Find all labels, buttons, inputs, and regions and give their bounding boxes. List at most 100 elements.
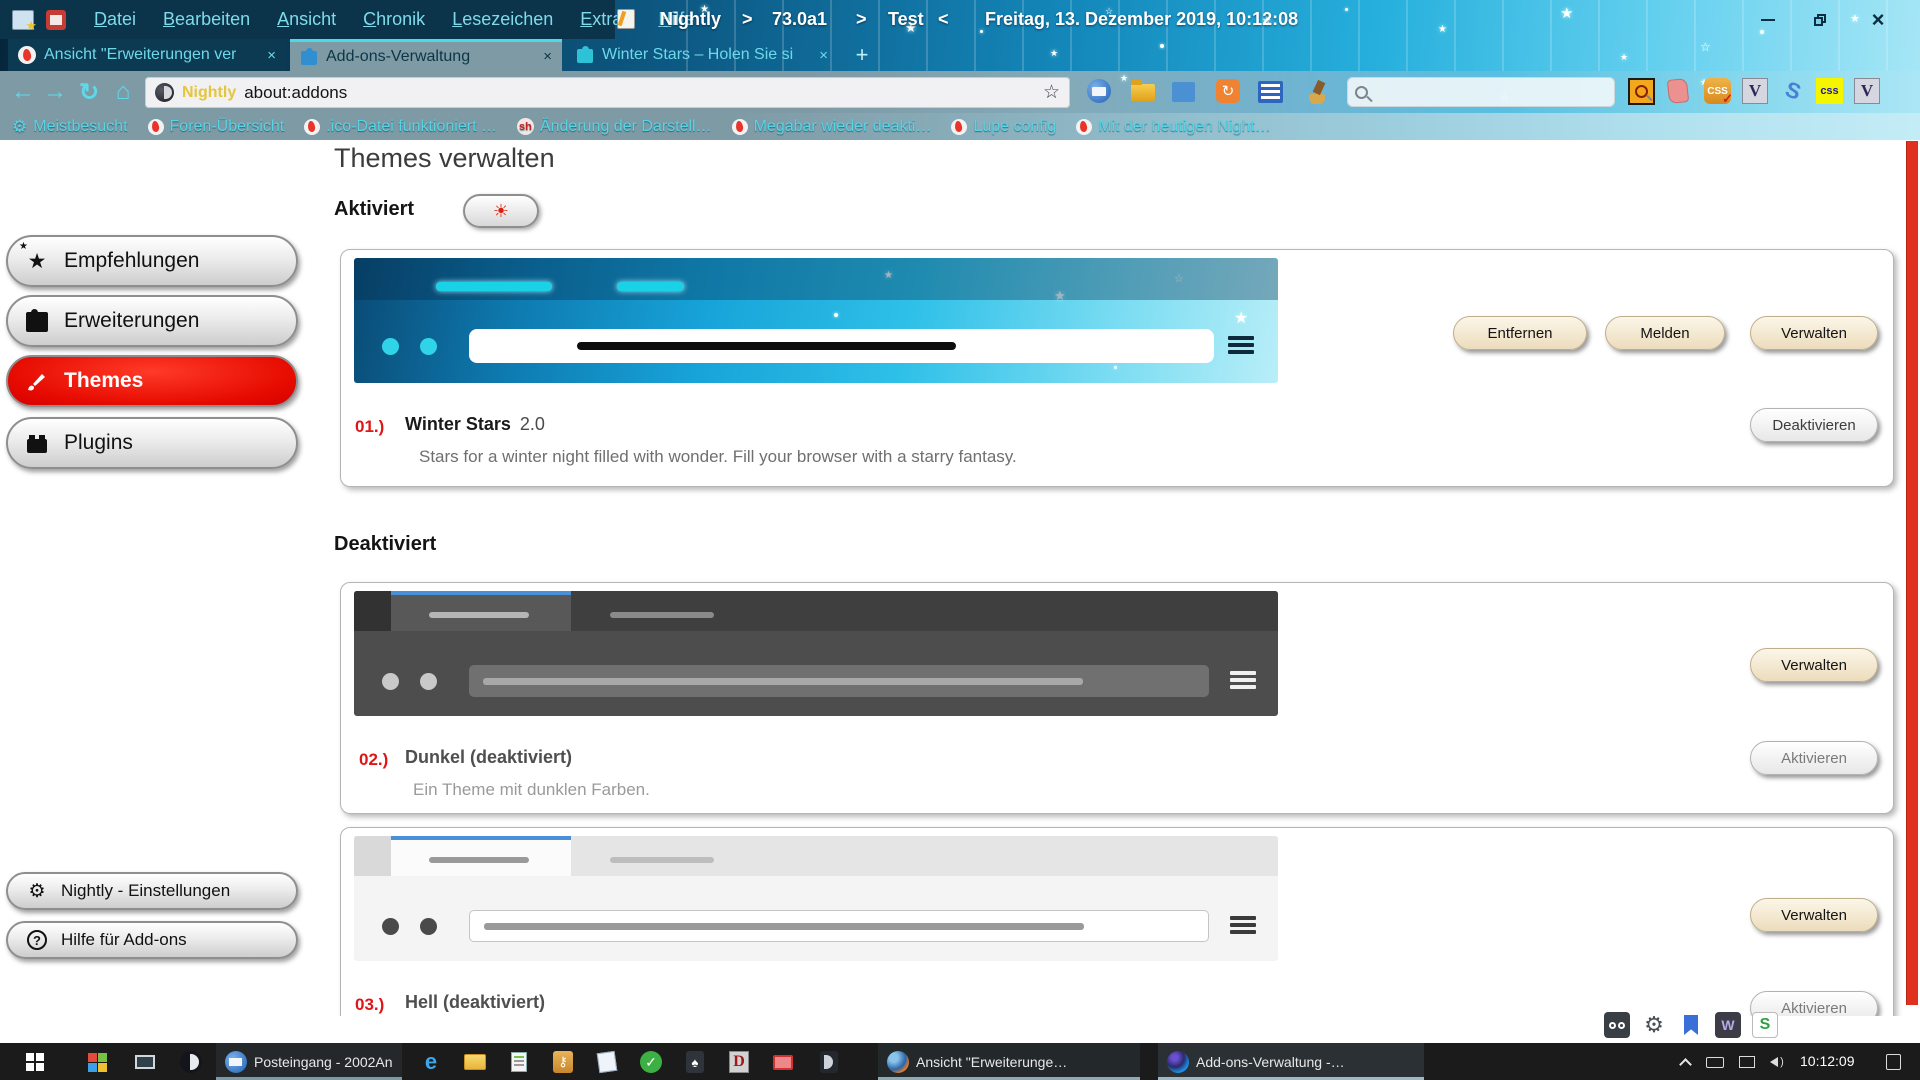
w-utility-icon[interactable]: W — [1715, 1012, 1741, 1038]
window-star-icon[interactable]: ★ — [12, 10, 34, 30]
tab-erweiterungen-ansicht[interactable]: Ansicht "Erweiterungen ver × — [8, 39, 286, 71]
taskbar-button-firefox-ansicht[interactable]: Ansicht "Erweiterunge… — [878, 1043, 1140, 1080]
antivirus-check-icon[interactable]: ✓ — [638, 1049, 664, 1075]
sidebar-item-erweiterungen[interactable]: Erweiterungen — [6, 295, 298, 347]
bookmark-meistbesucht[interactable]: ⚙ Meistbesucht — [12, 117, 128, 137]
v-gray2-extension-icon[interactable]: V — [1854, 78, 1880, 104]
theme-card-winter-stars[interactable]: ★ ★ ☆ ★ ★ Entfernen Melden Verwalten — [340, 249, 1894, 487]
remove-button[interactable]: Entfernen — [1453, 316, 1587, 350]
tab-bar: Ansicht "Erweiterungen ver × Add-ons-Ver… — [0, 39, 1920, 71]
thunderbird-extension-icon[interactable] — [1087, 79, 1113, 105]
zoom-search-extension-icon[interactable] — [1628, 78, 1654, 104]
dictionary-d-icon[interactable]: D — [726, 1049, 752, 1075]
back-button[interactable]: ← — [6, 75, 40, 109]
red-scrollbar[interactable] — [1906, 141, 1918, 1005]
menu-ansicht[interactable]: Ansicht — [277, 9, 336, 30]
refresh-orange-extension-icon[interactable]: ↻ — [1216, 79, 1242, 105]
collage-app-icon[interactable] — [84, 1049, 110, 1075]
manage-button[interactable]: Verwalten — [1750, 316, 1878, 350]
url-text[interactable]: about:addons — [244, 83, 347, 103]
url-bar[interactable]: Nightly about:addons ☆ — [145, 77, 1070, 108]
disable-button[interactable]: Deaktivieren — [1750, 408, 1878, 442]
preview-url-text-bar — [577, 342, 956, 350]
tray-clock[interactable]: 10:12:09 — [1800, 1053, 1855, 1069]
notification-center-icon[interactable] — [1880, 1049, 1906, 1075]
cards-app-icon[interactable]: ♠ — [682, 1049, 708, 1075]
preview-tab-title-bar — [610, 612, 714, 618]
url-brand-label: Nightly — [182, 84, 236, 102]
restore-button[interactable] — [1800, 8, 1840, 32]
tray-chevron-icon[interactable] — [1672, 1049, 1698, 1075]
theme-card-hell[interactable]: Verwalten Aktivieren 03.) Hell (deaktivi… — [340, 827, 1894, 1016]
reload-button[interactable]: ↻ — [72, 75, 106, 109]
new-tab-button[interactable]: + — [848, 41, 876, 69]
tab-addons-verwaltung-active[interactable]: Add-ons-Verwaltung × — [290, 39, 562, 71]
tab-close-icon[interactable]: × — [267, 47, 276, 64]
sidebar-item-hilfe[interactable]: ? Hilfe für Add-ons — [6, 921, 298, 959]
gear-utility-icon[interactable]: ⚙ — [1641, 1012, 1667, 1038]
tab-close-icon[interactable]: × — [543, 48, 552, 65]
tab-winter-stars[interactable]: Winter Stars – Holen Sie si × — [566, 39, 838, 71]
manage-button[interactable]: Verwalten — [1750, 648, 1878, 682]
glasses-icon[interactable] — [1604, 1012, 1630, 1038]
css-yellow-extension-icon[interactable]: css — [1816, 78, 1842, 104]
bookmark-megabar[interactable]: Megabar wieder deakti… — [732, 118, 932, 136]
list-window-extension-icon[interactable] — [1258, 79, 1284, 105]
card-reader-icon[interactable] — [816, 1049, 842, 1075]
tray-network-icon[interactable] — [1734, 1049, 1760, 1075]
blue-folder-extension-icon[interactable] — [1172, 79, 1198, 105]
sync-swirl-extension-icon[interactable]: S — [1780, 78, 1806, 104]
start-button[interactable] — [22, 1049, 48, 1075]
manage-button[interactable]: Verwalten — [1750, 898, 1878, 932]
theme-card-dunkel[interactable]: Verwalten Aktivieren 02.) Dunkel (deakti… — [340, 582, 1894, 814]
close-button[interactable]: × — [1858, 8, 1898, 32]
css-check-extension-icon[interactable]: CSS ✓ — [1704, 78, 1730, 104]
tab-close-icon[interactable]: × — [819, 47, 828, 64]
notes-icon[interactable] — [594, 1049, 620, 1075]
bookmark-aenderung-darstellung[interactable]: sh Änderung der Darstell… — [517, 118, 712, 136]
broom-extension-icon[interactable] — [1305, 79, 1331, 105]
forward-button[interactable]: → — [38, 75, 72, 109]
presentation-app-icon[interactable] — [132, 1049, 158, 1075]
snagit-s-icon[interactable]: S — [1752, 1012, 1778, 1038]
menu-lesezeichen[interactable]: Lesezeichen — [452, 9, 553, 30]
enabled-theme-sun-button[interactable]: ☀ — [463, 194, 539, 228]
enable-button[interactable]: Aktivieren — [1750, 741, 1878, 775]
nightly-dark-icon[interactable] — [178, 1049, 204, 1075]
sidebar-item-plugins[interactable]: Plugins — [6, 417, 298, 469]
script-scroll-extension-icon[interactable] — [1668, 79, 1694, 105]
taskbar-button-thunderbird[interactable]: Posteingang - 2002An… — [216, 1043, 402, 1080]
sidebar-item-empfehlungen[interactable]: ★★ Empfehlungen — [6, 235, 298, 287]
tray-battery-icon[interactable] — [1702, 1049, 1728, 1075]
file-explorer-icon[interactable] — [462, 1049, 488, 1075]
bookmark-foren-uebersicht[interactable]: Foren-Übersicht — [148, 118, 285, 136]
minimize-button[interactable] — [1748, 8, 1788, 32]
bookmark-heutige-nightly[interactable]: Mit der heutigen Night… — [1076, 118, 1271, 136]
notepad-icon[interactable] — [506, 1049, 532, 1075]
theme-description: Stars for a winter night filled with won… — [419, 447, 1017, 467]
v-gray-extension-icon[interactable]: V — [1742, 78, 1768, 104]
theme-preview-hell — [354, 836, 1278, 961]
edge-icon[interactable]: e — [418, 1049, 444, 1075]
preview-tab-title-bar — [610, 857, 714, 863]
tray-volume-icon[interactable]: ) — [1764, 1049, 1790, 1075]
sidebar-item-themes-active[interactable]: Themes — [6, 355, 298, 407]
bookmark-flag-icon[interactable] — [1678, 1012, 1704, 1038]
keepass-icon[interactable]: ⚷ — [550, 1049, 576, 1075]
menu-bearbeiten[interactable]: Bearbeiten — [163, 9, 250, 30]
taskbar-button-nightly-addons[interactable]: Add-ons-Verwaltung -… — [1158, 1043, 1424, 1080]
folder-open-extension-icon[interactable] — [1131, 79, 1157, 105]
sidebar-item-einstellungen[interactable]: ⚙ Nightly - Einstellungen — [6, 872, 298, 910]
calendar-tray-icon[interactable] — [46, 10, 66, 30]
bookmark-star-icon[interactable]: ☆ — [1043, 81, 1060, 104]
report-button[interactable]: Melden — [1605, 316, 1725, 350]
bookmark-lupe-config[interactable]: Lupe config — [951, 118, 1056, 136]
home-button[interactable]: ⌂ — [106, 75, 140, 109]
taskbar-button-label: Posteingang - 2002An… — [254, 1054, 393, 1070]
bookmark-ico-datei[interactable]: .ico-Datei funktioniert … — [304, 118, 497, 136]
remote-monitor-icon[interactable] — [770, 1049, 796, 1075]
menu-datei[interactable]: Datei — [94, 9, 136, 30]
menu-chronik[interactable]: Chronik — [363, 9, 425, 30]
notepad-pencil-icon[interactable] — [617, 9, 635, 29]
search-bar[interactable] — [1347, 77, 1615, 107]
